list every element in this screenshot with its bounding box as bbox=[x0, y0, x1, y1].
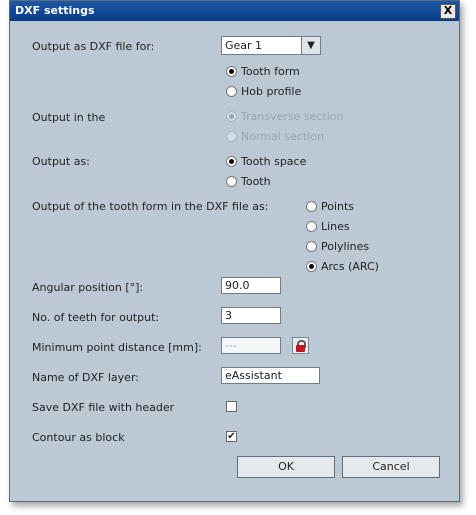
radio-dot bbox=[306, 221, 317, 232]
radio-label: Hob profile bbox=[241, 85, 302, 98]
close-button[interactable]: X bbox=[440, 4, 456, 19]
save-header-checkbox[interactable] bbox=[226, 401, 237, 412]
radio-dot bbox=[226, 86, 237, 97]
radio-dot bbox=[226, 66, 237, 77]
radio-label: Tooth form bbox=[241, 65, 300, 78]
ok-button[interactable]: OK bbox=[237, 456, 335, 478]
output-for-label: Output as DXF file for: bbox=[32, 40, 155, 53]
radio-tooth-form[interactable]: Tooth form bbox=[226, 65, 300, 78]
radio-label: Normal section bbox=[241, 130, 324, 143]
radio-dot bbox=[226, 131, 237, 142]
radio-dot bbox=[226, 176, 237, 187]
radio-hob-profile[interactable]: Hob profile bbox=[226, 85, 301, 98]
min-point-distance-label: Minimum point distance [mm]: bbox=[32, 341, 202, 354]
output-in-label: Output in the bbox=[32, 111, 106, 124]
save-header-label: Save DXF file with header bbox=[32, 401, 175, 414]
radio-polylines[interactable]: Polylines bbox=[306, 240, 369, 253]
radio-label: Transverse section bbox=[241, 110, 344, 123]
lock-icon[interactable] bbox=[292, 337, 309, 354]
radio-label: Lines bbox=[321, 220, 350, 233]
dxf-layer-label: Name of DXF layer: bbox=[32, 371, 139, 384]
teeth-output-label: No. of teeth for output: bbox=[32, 311, 160, 324]
radio-label: Arcs (ARC) bbox=[321, 260, 379, 273]
radio-tooth-space[interactable]: Tooth space bbox=[226, 155, 306, 168]
dialog-title: DXF settings bbox=[15, 4, 95, 17]
radio-tooth[interactable]: Tooth bbox=[226, 175, 271, 188]
cancel-button[interactable]: Cancel bbox=[342, 456, 440, 478]
radio-lines[interactable]: Lines bbox=[306, 220, 350, 233]
dxf-settings-dialog: DXF settings X Output as DXF file for: G… bbox=[9, 0, 460, 502]
radio-dot bbox=[306, 241, 317, 252]
radio-normal-section: Normal section bbox=[226, 130, 324, 143]
radio-label: Tooth space bbox=[241, 155, 307, 168]
gear-select-value: Gear 1 bbox=[225, 39, 263, 52]
min-point-distance-input[interactable]: --- bbox=[221, 337, 281, 354]
contour-block-label: Contour as block bbox=[32, 431, 125, 444]
chevron-down-icon[interactable]: ▼ bbox=[301, 37, 320, 54]
angular-position-label: Angular position [°]: bbox=[32, 281, 144, 294]
teeth-output-input[interactable]: 3 bbox=[221, 307, 281, 324]
radio-transverse-section: Transverse section bbox=[226, 110, 343, 123]
radio-dot bbox=[306, 201, 317, 212]
radio-label: Points bbox=[321, 200, 355, 213]
title-bar: DXF settings X bbox=[10, 1, 459, 21]
output-as-label: Output as: bbox=[32, 155, 90, 168]
radio-label: Polylines bbox=[321, 240, 370, 253]
dxf-layer-input[interactable]: eAssistant bbox=[221, 367, 320, 384]
radio-label: Tooth bbox=[241, 175, 271, 188]
radio-dot bbox=[306, 261, 317, 272]
angular-position-input[interactable]: 90.0 bbox=[221, 277, 281, 294]
contour-block-checkbox[interactable]: ✔ bbox=[226, 431, 237, 442]
radio-dot bbox=[226, 156, 237, 167]
gear-select[interactable]: Gear 1 ▼ bbox=[221, 36, 321, 55]
radio-arcs[interactable]: Arcs (ARC) bbox=[306, 260, 379, 273]
tooth-form-output-label: Output of the tooth form in the DXF file… bbox=[32, 200, 269, 213]
radio-dot bbox=[226, 111, 237, 122]
radio-points[interactable]: Points bbox=[306, 200, 354, 213]
